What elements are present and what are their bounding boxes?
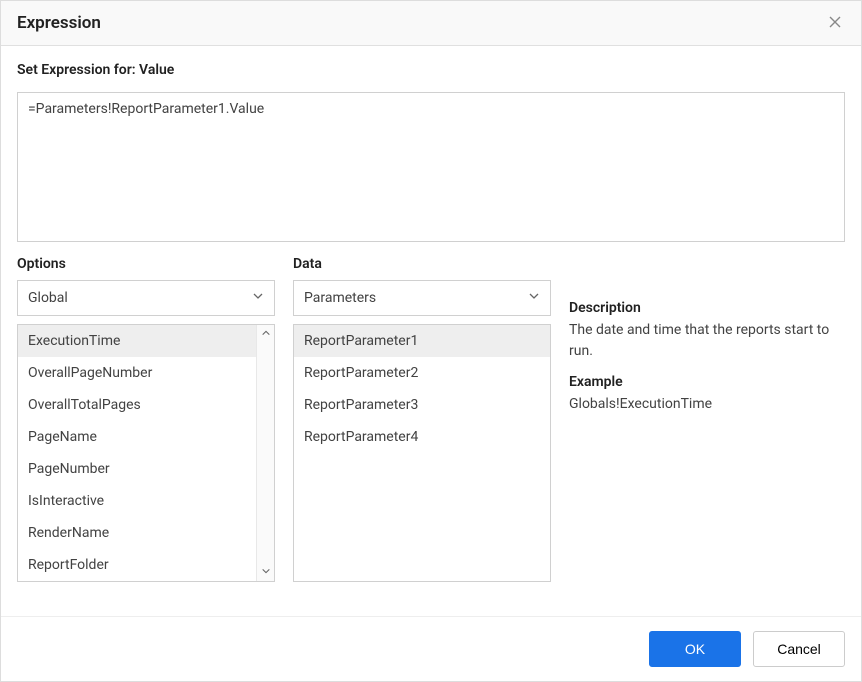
list-item[interactable]: ReportParameter2 xyxy=(294,357,550,389)
scroll-up-button[interactable] xyxy=(257,325,274,343)
scroll-down-button[interactable] xyxy=(257,563,274,581)
chevron-down-icon xyxy=(261,564,271,580)
expression-dialog: Expression Set Expression for: Value Opt… xyxy=(0,0,862,682)
options-panel: Options Global ExecutionTime OverallPage… xyxy=(17,256,275,582)
data-listbox[interactable]: ReportParameter1 ReportParameter2 Report… xyxy=(293,324,551,582)
chevron-down-icon xyxy=(528,290,540,306)
dialog-title: Expression xyxy=(17,13,101,33)
dialog-footer: OK Cancel xyxy=(1,616,861,681)
list-item[interactable]: RenderName xyxy=(18,517,256,549)
options-listbox-items: ExecutionTime OverallPageNumber OverallT… xyxy=(18,325,256,581)
list-item[interactable]: IsInteractive xyxy=(18,485,256,517)
list-item[interactable]: OverallPageNumber xyxy=(18,357,256,389)
options-select-value: Global xyxy=(28,290,68,306)
data-label: Data xyxy=(293,256,551,272)
description-label: Description xyxy=(569,300,845,316)
title-bar: Expression xyxy=(1,1,861,46)
data-panel: Data Parameters ReportParameter1 ReportP… xyxy=(293,256,551,582)
options-label: Options xyxy=(17,256,275,272)
list-item[interactable]: ReportParameter4 xyxy=(294,421,550,453)
chevron-up-icon xyxy=(261,326,271,342)
scrollbar[interactable] xyxy=(256,325,274,581)
example-label: Example xyxy=(569,374,845,390)
dialog-content: Set Expression for: Value Options Global… xyxy=(1,46,861,616)
close-icon xyxy=(829,14,841,32)
list-item[interactable]: PageNumber xyxy=(18,453,256,485)
list-item[interactable]: OverallTotalPages xyxy=(18,389,256,421)
list-item[interactable]: ReportParameter1 xyxy=(294,325,550,357)
scroll-track[interactable] xyxy=(257,343,274,563)
cancel-button[interactable]: Cancel xyxy=(753,631,845,667)
description-text: The date and time that the reports start… xyxy=(569,320,845,362)
list-item[interactable]: PageName xyxy=(18,421,256,453)
close-button[interactable] xyxy=(825,13,845,33)
data-select-value: Parameters xyxy=(304,290,376,306)
chevron-down-icon xyxy=(252,290,264,306)
example-text: Globals!ExecutionTime xyxy=(569,394,845,415)
data-select[interactable]: Parameters xyxy=(293,280,551,316)
options-select[interactable]: Global xyxy=(17,280,275,316)
list-item[interactable]: ReportFolder xyxy=(18,549,256,581)
expression-input[interactable] xyxy=(17,92,845,242)
data-listbox-items: ReportParameter1 ReportParameter2 Report… xyxy=(294,325,550,581)
panels-row: Options Global ExecutionTime OverallPage… xyxy=(17,256,845,582)
list-item[interactable]: ExecutionTime xyxy=(18,325,256,357)
ok-button[interactable]: OK xyxy=(649,631,741,667)
list-item[interactable]: ReportParameter3 xyxy=(294,389,550,421)
options-listbox[interactable]: ExecutionTime OverallPageNumber OverallT… xyxy=(17,324,275,582)
subtitle: Set Expression for: Value xyxy=(17,62,845,78)
description-panel: Description The date and time that the r… xyxy=(569,256,845,582)
